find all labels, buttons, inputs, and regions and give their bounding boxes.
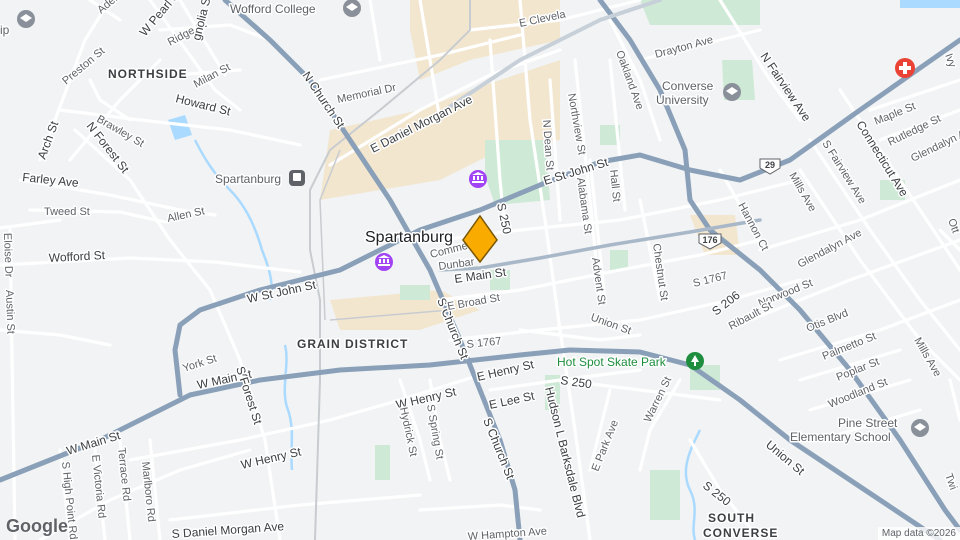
tweed-st-label: Tweed St [44, 206, 90, 218]
us176-shield-label: 176 [702, 235, 717, 245]
wofford-college-label: Wofford College [230, 2, 316, 16]
city-label: Spartanburg [365, 229, 453, 246]
poi-museum-downtown[interactable] [375, 253, 393, 271]
poi-museum-north[interactable] [469, 170, 487, 188]
pine-street-label-1: Pine Street [838, 416, 898, 430]
converse-label-2: University [656, 93, 709, 107]
northside-label: NORTHSIDE [108, 67, 188, 81]
lake-top-right [900, 0, 960, 8]
wofford-st-label: Wofford St [48, 248, 106, 265]
austin-st-label: Austin St [3, 290, 17, 334]
converse-label-1: Converse [662, 79, 714, 93]
park-2 [640, 0, 760, 25]
us29-shield-label: 29 [765, 160, 775, 170]
poi-hospital[interactable] [895, 58, 915, 78]
poi-spartanburg-station[interactable]: Spartanburg [214, 170, 305, 188]
park-6 [610, 250, 628, 270]
map-view[interactable]: 29 176 Wofford College ip Converse Unive… [0, 0, 960, 540]
google-logo: Google [6, 516, 68, 536]
south-converse-label-1: SOUTH [708, 511, 755, 525]
grain-district-label: GRAIN DISTRICT [297, 337, 408, 351]
south-converse-label-2: CONVERSE [703, 526, 778, 540]
eloise-dr-label: Eloise Dr [1, 233, 15, 278]
hot-spot-skate-park-label: Hot Spot Skate Park [557, 355, 667, 369]
spartanburg-station-label: Spartanburg [215, 172, 281, 186]
park-9 [375, 445, 390, 480]
map-canvas[interactable]: 29 176 Wofford College ip Converse Unive… [0, 0, 960, 540]
park-11 [650, 470, 680, 520]
map-attribution[interactable]: Map data ©2026 [877, 527, 960, 540]
park-12 [400, 285, 430, 300]
top-left-poi-label: ip [0, 23, 10, 37]
pine-street-label-2: Elementary School [790, 430, 891, 444]
